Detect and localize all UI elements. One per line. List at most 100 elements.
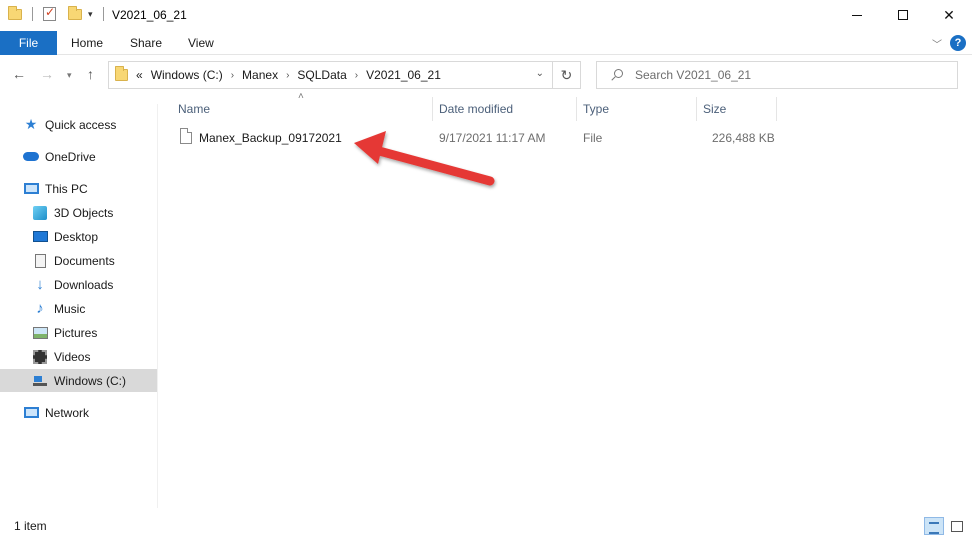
navigation-bar: ← → ▾ ↑ « Windows (C:) › Manex › SQLData… <box>0 56 972 94</box>
column-divider[interactable] <box>696 97 697 121</box>
new-folder-icon[interactable] <box>68 5 82 20</box>
sidebar-item-desktop[interactable]: Desktop <box>0 225 157 248</box>
computer-icon <box>23 182 39 196</box>
breadcrumb-sqldata[interactable]: SQLData <box>297 68 346 82</box>
sidebar-item-onedrive[interactable]: OneDrive <box>0 145 157 168</box>
column-header-type[interactable]: Type <box>583 94 609 124</box>
cloud-icon <box>23 150 39 164</box>
column-header-size[interactable]: Size <box>703 94 726 124</box>
sidebar-item-label: This PC <box>45 181 88 196</box>
tab-share[interactable]: Share <box>130 31 162 55</box>
desktop-icon <box>32 230 48 244</box>
annotation-arrow <box>354 131 495 186</box>
sort-ascending-icon: ˄ <box>298 91 304 102</box>
sidebar-item-label: Documents <box>54 253 115 268</box>
chevron-right-icon[interactable]: › <box>355 70 358 81</box>
sidebar-item-this-pc[interactable]: This PC <box>0 177 157 200</box>
window-title: V2021_06_21 <box>112 8 187 22</box>
breadcrumb-manex[interactable]: Manex <box>242 68 278 82</box>
sidebar-item-label: Quick access <box>45 117 117 132</box>
cube-icon <box>32 205 48 220</box>
forward-arrow-icon[interactable]: → <box>40 66 54 82</box>
column-headers: ˄ Name Date modified Type Size <box>167 91 972 124</box>
tab-file[interactable]: File <box>0 31 57 55</box>
navigation-pane: ★ Quick access OneDrive This PC 3D Objec… <box>0 104 158 508</box>
item-count: 1 item <box>14 519 47 533</box>
toolbar-divider <box>102 7 104 21</box>
sidebar-item-videos[interactable]: Videos <box>0 345 157 368</box>
customize-toolbar-icon[interactable]: ▾ <box>88 9 93 20</box>
large-icons-view-icon[interactable] <box>947 517 967 535</box>
star-icon: ★ <box>24 116 38 132</box>
expand-ribbon-icon[interactable]: ﹀ <box>932 36 942 51</box>
quick-access-toolbar: ▾ <box>8 5 110 21</box>
sidebar-item-documents[interactable]: Documents <box>0 249 157 272</box>
file-icon <box>180 128 192 144</box>
breadcrumb-current[interactable]: V2021_06_21 <box>366 68 441 82</box>
sidebar-item-label: Music <box>54 301 86 316</box>
sidebar-item-network[interactable]: Network <box>0 401 157 424</box>
column-divider[interactable] <box>776 97 777 121</box>
drive-icon <box>32 374 48 388</box>
download-icon: ↓ <box>36 276 44 293</box>
video-icon <box>32 349 48 364</box>
minimize-icon <box>852 14 862 16</box>
folder-icon <box>8 5 22 20</box>
sidebar-item-label: OneDrive <box>45 149 96 164</box>
breadcrumb: « Windows (C:) › Manex › SQLData › V2021… <box>136 68 441 82</box>
sidebar-item-label: Pictures <box>54 325 98 340</box>
refresh-button[interactable]: ↻ <box>553 61 581 89</box>
network-icon <box>23 406 39 420</box>
close-button[interactable]: ✕ <box>926 0 972 30</box>
back-arrow-icon[interactable]: ← <box>12 66 26 82</box>
recent-locations-icon[interactable]: ▾ <box>67 70 72 81</box>
search-icon <box>611 69 623 81</box>
music-icon: ♪ <box>36 300 44 317</box>
column-header-date-modified[interactable]: Date modified <box>439 94 513 124</box>
sidebar-item-music[interactable]: ♪ Music <box>0 297 157 320</box>
details-view-icon[interactable] <box>924 517 944 535</box>
address-bar[interactable]: « Windows (C:) › Manex › SQLData › V2021… <box>108 61 553 89</box>
search-box[interactable] <box>596 61 958 89</box>
sidebar-item-downloads[interactable]: ↓ Downloads <box>0 273 157 296</box>
close-icon: ✕ <box>943 6 955 23</box>
chevron-right-icon[interactable]: › <box>286 70 289 81</box>
ribbon-controls: ﹀ ? <box>932 35 966 51</box>
status-bar: 1 item <box>0 515 972 538</box>
file-type: File <box>583 131 603 145</box>
sidebar-item-label: Downloads <box>54 277 114 292</box>
title-bar: ▾ V2021_06_21 ✕ <box>0 0 972 31</box>
maximize-icon <box>898 10 908 20</box>
breadcrumb-overflow[interactable]: « <box>136 68 143 82</box>
sidebar-item-label: Desktop <box>54 229 99 244</box>
file-name: Manex_Backup_09172021 <box>199 131 342 145</box>
sidebar-item-label: 3D Objects <box>54 205 114 220</box>
chevron-down-icon[interactable]: ⌄ <box>536 68 544 79</box>
sidebar-item-windows-c[interactable]: Windows (C:) <box>0 369 157 392</box>
file-size: 226,488 KB <box>712 131 775 145</box>
sidebar-item-pictures[interactable]: Pictures <box>0 321 157 344</box>
sidebar-item-label: Videos <box>54 349 91 364</box>
folder-icon <box>115 66 128 81</box>
column-divider[interactable] <box>432 97 433 121</box>
pictures-icon <box>32 326 48 340</box>
tab-home[interactable]: Home <box>71 31 103 55</box>
properties-icon[interactable] <box>43 5 56 21</box>
search-input[interactable] <box>635 68 935 82</box>
toolbar-divider <box>32 7 33 21</box>
column-divider[interactable] <box>576 97 577 121</box>
help-icon[interactable]: ? <box>950 35 966 51</box>
sidebar-item-3d-objects[interactable]: 3D Objects <box>0 201 157 224</box>
maximize-button[interactable] <box>880 0 926 30</box>
refresh-icon: ↻ <box>560 67 573 83</box>
breadcrumb-windows-c[interactable]: Windows (C:) <box>151 68 223 82</box>
sidebar-item-label: Windows (C:) <box>54 373 127 388</box>
sidebar-item-quick-access[interactable]: ★ Quick access <box>0 113 157 136</box>
ribbon-tabs: File Home Share View ﹀ ? <box>0 31 972 55</box>
chevron-right-icon[interactable]: › <box>231 70 234 81</box>
tab-view[interactable]: View <box>188 31 214 55</box>
column-header-name[interactable]: Name <box>178 94 210 124</box>
document-icon <box>32 253 48 268</box>
minimize-button[interactable] <box>834 0 880 30</box>
up-arrow-icon[interactable]: ↑ <box>87 66 94 82</box>
